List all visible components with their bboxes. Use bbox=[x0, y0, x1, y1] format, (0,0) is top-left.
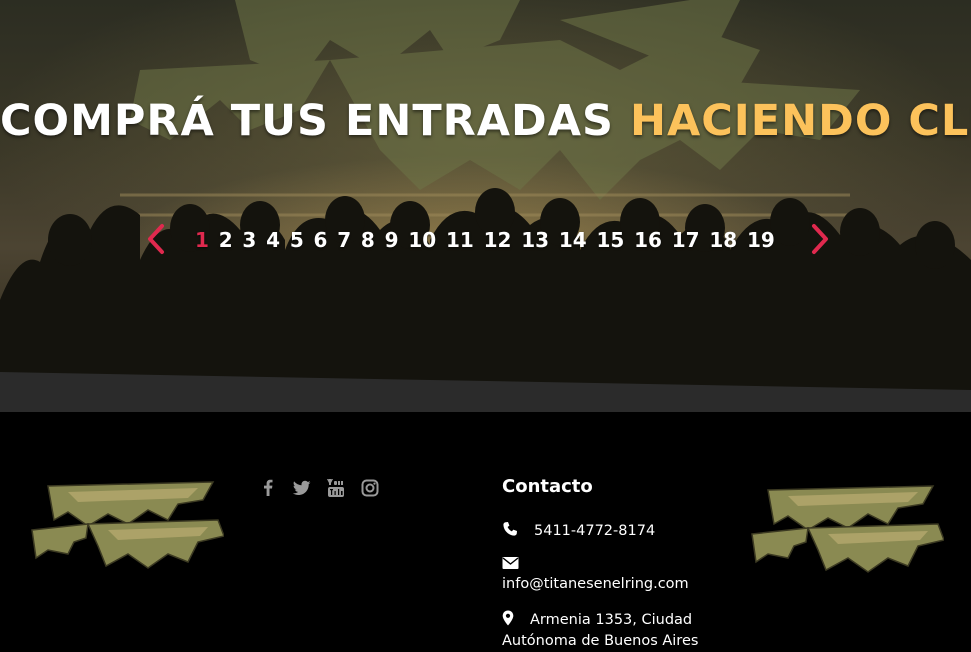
page-number-6[interactable]: 6 bbox=[314, 228, 328, 252]
envelope-icon bbox=[502, 557, 519, 569]
page-number-3[interactable]: 3 bbox=[242, 228, 256, 252]
page-numbers: 1 2 3 4 5 6 7 8 9 10 11 12 13 14 15 16 17 18 19 bbox=[195, 220, 775, 260]
page-number-13[interactable]: 13 bbox=[521, 228, 549, 252]
social-links bbox=[258, 478, 380, 498]
page-number-17[interactable]: 17 bbox=[672, 228, 700, 252]
titanes-logo-right[interactable] bbox=[748, 484, 944, 576]
titanes-logo-left[interactable] bbox=[28, 480, 224, 572]
page-number-1[interactable]: 1 bbox=[195, 228, 209, 252]
contact-email[interactable]: info@titanesenelring.com bbox=[502, 576, 689, 592]
page-number-19[interactable]: 19 bbox=[747, 228, 775, 252]
page-number-5[interactable]: 5 bbox=[290, 228, 304, 252]
page-number-14[interactable]: 14 bbox=[559, 228, 587, 252]
page-number-7[interactable]: 7 bbox=[337, 228, 351, 252]
hero-bottom-band bbox=[0, 372, 971, 412]
contact-phone-text: 5411-4772-8174 bbox=[534, 523, 656, 539]
hero-banner[interactable]: COMPRÁ TUS ENTRADAS HACIENDO CLICK 12345… bbox=[0, 0, 971, 412]
hero-title-white[interactable]: COMPRÁ TUS ENTRADAS bbox=[0, 96, 630, 146]
page-number-10[interactable]: 10 bbox=[408, 228, 436, 252]
page-number-15[interactable]: 15 bbox=[596, 228, 624, 252]
contact-phone: 5411-4772-8174 bbox=[502, 521, 655, 539]
page-number-9[interactable]: 9 bbox=[385, 228, 399, 252]
contact-title: Contacto bbox=[502, 476, 593, 497]
hero-title[interactable]: COMPRÁ TUS ENTRADAS HACIENDO CLICK bbox=[0, 94, 971, 148]
youtube-icon[interactable] bbox=[326, 478, 346, 498]
contact-email-icon-row bbox=[502, 556, 519, 572]
instagram-icon[interactable] bbox=[360, 478, 380, 498]
page-number-8[interactable]: 8 bbox=[361, 228, 375, 252]
page-number-4[interactable]: 4 bbox=[266, 228, 280, 252]
facebook-icon[interactable] bbox=[258, 478, 278, 498]
page-number-11[interactable]: 11 bbox=[446, 228, 474, 252]
pagination: 1 2 3 4 5 6 7 8 9 10 11 12 13 14 15 16 17 18 19 bbox=[0, 216, 971, 260]
page-number-16[interactable]: 16 bbox=[634, 228, 662, 252]
twitter-icon[interactable] bbox=[292, 478, 312, 498]
chevron-left-icon[interactable] bbox=[142, 222, 172, 256]
contact-address-text: Armenia 1353, Ciudad Autónoma de Buenos … bbox=[502, 612, 699, 649]
page-number-12[interactable]: 12 bbox=[484, 228, 512, 252]
footer: Contacto 5411-4772-8174 info@titanesenel… bbox=[0, 412, 971, 650]
hero-title-link[interactable]: HACIENDO CLICK bbox=[630, 96, 971, 146]
contact-email-text[interactable]: info@titanesenelring.com bbox=[502, 576, 689, 592]
page-number-18[interactable]: 18 bbox=[709, 228, 737, 252]
map-marker-icon bbox=[502, 610, 514, 626]
page-number-2[interactable]: 2 bbox=[219, 228, 233, 252]
phone-icon bbox=[503, 522, 517, 536]
contact-address: Armenia 1353, Ciudad Autónoma de Buenos … bbox=[502, 610, 712, 652]
chevron-right-icon[interactable] bbox=[804, 222, 834, 256]
